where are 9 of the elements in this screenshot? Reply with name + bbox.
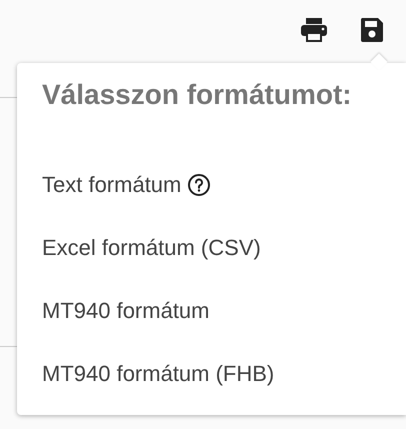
- popover-title: Válasszon formátumot:: [42, 79, 353, 111]
- save-button[interactable]: [358, 16, 386, 44]
- format-option[interactable]: MT940 formátum: [17, 279, 210, 342]
- help-icon[interactable]: [187, 172, 212, 196]
- format-option[interactable]: Text formátum: [17, 153, 212, 216]
- printer-icon: [300, 17, 328, 43]
- print-button[interactable]: [300, 16, 328, 44]
- format-option[interactable]: MT940 formátum (FHB): [17, 342, 274, 405]
- format-option[interactable]: Excel formátum (CSV): [17, 216, 261, 279]
